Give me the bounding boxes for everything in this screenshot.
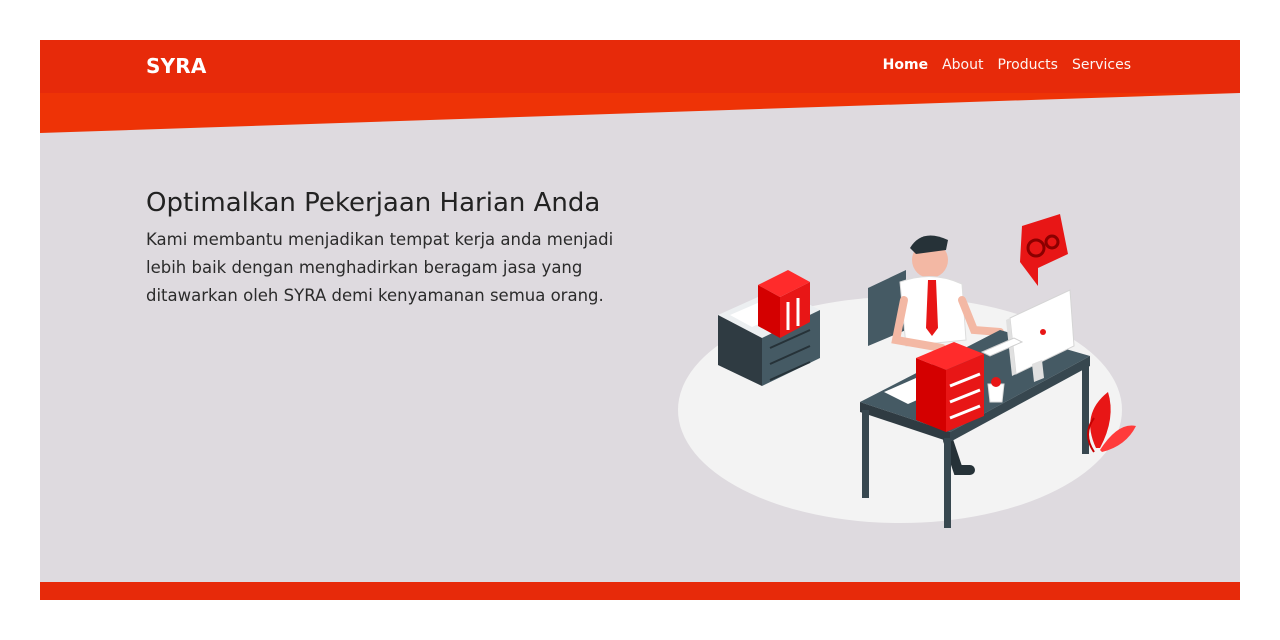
binder-stack-illustration — [916, 342, 984, 432]
nav-item-about[interactable]: About — [942, 57, 983, 73]
hero-title: Optimalkan Pekerjaan Harian Anda — [146, 188, 601, 218]
nav-links: Home About Products Services — [883, 57, 1131, 73]
settings-bubble-icon — [1020, 214, 1068, 286]
header-wedge-decoration — [40, 93, 1240, 133]
page-frame: SYRA Home About Products Services Optima… — [40, 40, 1240, 600]
navbar: SYRA Home About Products Services — [40, 40, 1240, 93]
nav-item-products[interactable]: Products — [998, 57, 1058, 73]
footer-bar — [40, 582, 1240, 600]
brand-logo[interactable]: SYRA — [146, 54, 207, 78]
office-worker-illustration — [678, 214, 1136, 528]
nav-item-services[interactable]: Services — [1072, 57, 1131, 73]
hero-text: Optimalkan Pekerjaan Harian Anda Kami me… — [146, 188, 626, 310]
nav-item-home[interactable]: Home — [883, 57, 928, 73]
hero-description: Kami membantu menjadikan tempat kerja an… — [146, 230, 614, 305]
